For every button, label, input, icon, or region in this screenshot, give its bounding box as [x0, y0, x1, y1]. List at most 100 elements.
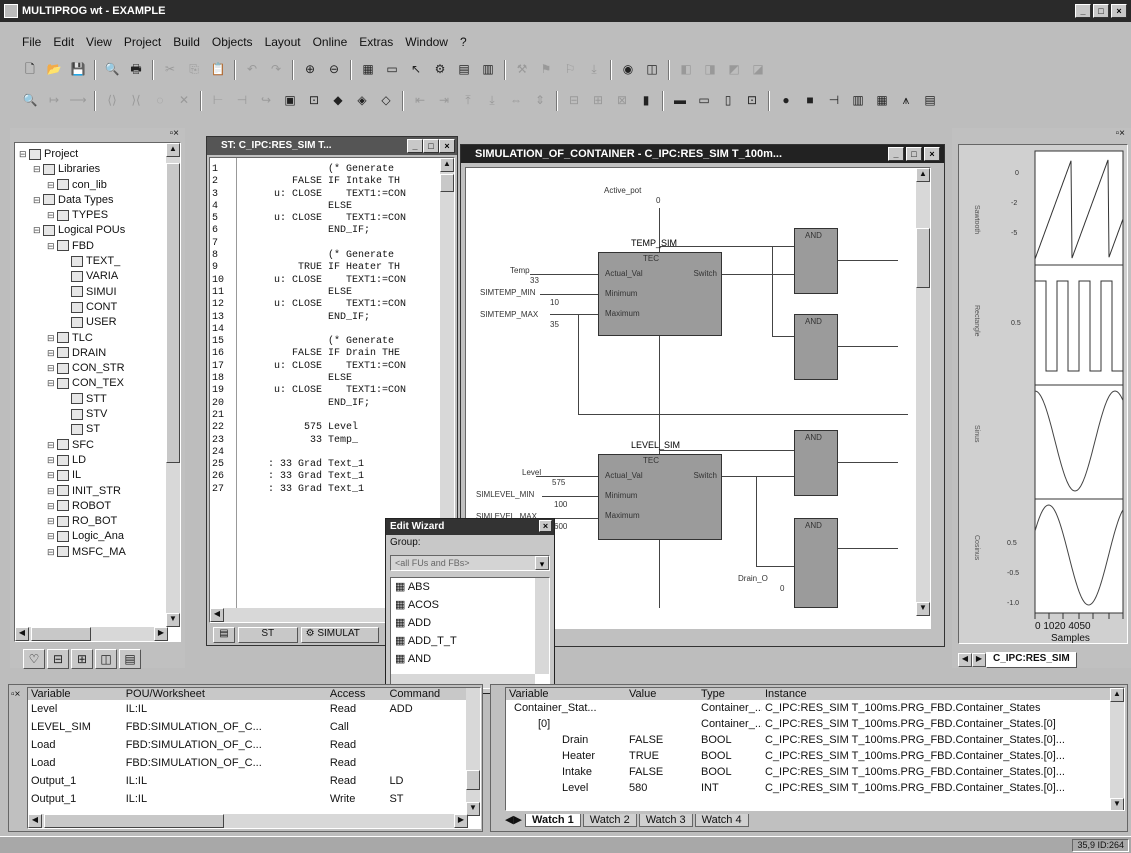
st-scroll-thumb[interactable]	[440, 174, 454, 192]
tree-expander-icon[interactable]: ⊟	[19, 147, 29, 162]
tree-item[interactable]: USER	[19, 315, 159, 330]
tree-expander-icon[interactable]: ⊟	[47, 484, 57, 499]
tree-item[interactable]: ⊟ Data Types	[19, 193, 159, 208]
xref-hscrollbar[interactable]: ◀ ▶	[28, 814, 468, 828]
table-icon[interactable]: ▥	[477, 60, 499, 80]
window-close-all-icon[interactable]: ◪	[747, 60, 769, 80]
scroll-down-icon[interactable]: ▼	[166, 613, 180, 627]
xref-vscrollbar[interactable]: ▼	[466, 688, 480, 816]
space-icon[interactable]: ⇕	[529, 91, 551, 111]
table-row[interactable]: [0] Container_... C_IPC:RES_SIM T_100ms.PR…	[506, 716, 1112, 732]
xref-scroll-left-icon[interactable]: ◀	[28, 814, 42, 828]
tree-expander-icon[interactable]: ⊟	[47, 438, 57, 453]
tree-item[interactable]: ⊟ IL	[19, 468, 159, 483]
tree-item[interactable]: ⊟ con_lib	[19, 178, 159, 193]
tree-item[interactable]: ⊟ ROBOT	[19, 499, 159, 514]
undo-icon[interactable]: ↶	[241, 60, 263, 80]
wizard-vscrollbar[interactable]	[535, 578, 549, 674]
tree-expander-icon[interactable]: ⊟	[47, 361, 57, 376]
menu-item-project[interactable]: Project	[124, 35, 161, 49]
debug-icon[interactable]: ◉	[617, 60, 639, 80]
watch-tab[interactable]: Watch 3	[638, 814, 693, 827]
st-minimize-button[interactable]: _	[407, 139, 423, 153]
order-icon[interactable]: ⊟	[563, 91, 585, 111]
fb-icon[interactable]: ▣	[279, 91, 301, 111]
tree-expander-icon[interactable]: ⊟	[33, 162, 43, 177]
pointer-icon[interactable]: ↖	[405, 60, 427, 80]
tree-item[interactable]: ⊟ LD	[19, 453, 159, 468]
st-tab-code[interactable]: ST	[237, 627, 298, 643]
edit-wizard-group-select[interactable]: <all FUs and FBs> ▾	[390, 555, 550, 571]
scroll-up-icon[interactable]: ▲	[166, 143, 180, 157]
and-block-1[interactable]: AND	[794, 228, 838, 294]
xref-column-header[interactable]: Command	[386, 688, 468, 700]
wizard-item[interactable]: ▦ ADD_T_T	[391, 632, 549, 650]
st-maximize-button[interactable]: □	[423, 139, 439, 153]
tree-expander-icon[interactable]: ⊟	[33, 223, 43, 238]
coil-icon[interactable]: ◌	[149, 91, 171, 111]
scope-tab-next-icon[interactable]: ▶	[972, 653, 986, 667]
tree-expander-icon[interactable]: ⊟	[47, 468, 57, 483]
table-row[interactable]: Output_1 IL:IL Read LD	[28, 772, 468, 790]
wizard-item[interactable]: ▦ ADD	[391, 614, 549, 632]
table-row[interactable]: Level 580 INT C_IPC:RES_SIM T_100ms.PRG_FBD…	[506, 780, 1112, 796]
tree-scrollbar[interactable]: ▲ ▼	[166, 143, 180, 627]
tab-instances-icon[interactable]: ◫	[95, 649, 117, 669]
redo-icon[interactable]: ↷	[265, 60, 287, 80]
cut-icon[interactable]: ✂	[159, 60, 181, 80]
tree-expander-icon[interactable]: ⊟	[47, 529, 57, 544]
window-icon[interactable]: ▭	[381, 60, 403, 80]
distribute-icon[interactable]: ⇔	[505, 91, 527, 111]
tree-item[interactable]: ⊟ MSFC_MA	[19, 545, 159, 560]
watch-tab[interactable]: Watch 4	[694, 814, 749, 827]
comment-icon[interactable]: ▬	[669, 91, 691, 111]
tree-expander-icon[interactable]: ⊟	[47, 376, 57, 391]
watch-column-header[interactable]: Value	[626, 688, 698, 700]
xref-scroll-right-icon[interactable]: ▶	[454, 814, 468, 828]
copy-icon[interactable]: ⎘	[183, 60, 205, 80]
wizard-item[interactable]: ▦ ACOS	[391, 596, 549, 614]
paste-icon[interactable]: 📋	[207, 60, 229, 80]
watch-column-header[interactable]: Variable	[506, 688, 626, 700]
tree-expander-icon[interactable]: ⊟	[47, 178, 57, 193]
menu-item-window[interactable]: Window	[405, 35, 448, 49]
tree-expander-icon[interactable]: ⊟	[47, 499, 57, 514]
var-icon[interactable]: ⊡	[303, 91, 325, 111]
temp-sim-block[interactable]: TEC Actual_Val Minimum Maximum Switch	[598, 252, 722, 336]
ungroup-icon[interactable]: ⊠	[611, 91, 633, 111]
tab-hardware-icon[interactable]: ⊞	[71, 649, 93, 669]
menu-item-objects[interactable]: Objects	[212, 35, 253, 49]
oscilloscope-icon[interactable]: ⩚	[895, 91, 917, 111]
tab-project-icon[interactable]: ♡	[23, 649, 45, 669]
snap-icon[interactable]: ▮	[635, 91, 657, 111]
tree-item[interactable]: ⊟ Logic_Ana	[19, 529, 159, 544]
menu-item-online[interactable]: Online	[313, 35, 348, 49]
st-tab-simulat[interactable]: ⚙ SIMULAT	[300, 627, 379, 643]
st-scroll-up-icon[interactable]: ▲	[440, 158, 454, 172]
align-top-icon[interactable]: ⤒	[457, 91, 479, 111]
tree-item[interactable]: TEXT_	[19, 254, 159, 269]
fbd-vscrollbar[interactable]: ▲ ▼	[916, 168, 930, 616]
zoom-out-icon[interactable]: ⊖	[323, 60, 345, 80]
align-bottom-icon[interactable]: ⤓	[481, 91, 503, 111]
tree-item[interactable]: CONT	[19, 300, 159, 315]
xref-column-header[interactable]: POU/Worksheet	[123, 688, 327, 700]
compile-icon[interactable]: ⚒	[511, 60, 533, 80]
prop-icon[interactable]: ⊡	[741, 91, 763, 111]
close-contact-icon[interactable]: ✕	[173, 91, 195, 111]
group-icon[interactable]: ⊞	[587, 91, 609, 111]
xref-scroll-down-icon[interactable]: ▼	[466, 802, 480, 816]
tree-item[interactable]: ⊟ INIT_STR	[19, 484, 159, 499]
edit-wizard-close-button[interactable]: ×	[539, 520, 552, 532]
table-row[interactable]: Load FBD:SIMULATION_OF_C... Read	[28, 754, 468, 772]
tree-expander-icon[interactable]: ⊟	[47, 346, 57, 361]
print-icon[interactable]: 🖶	[125, 60, 147, 80]
menu-item-build[interactable]: Build	[173, 35, 200, 49]
xref-scroll-thumb[interactable]	[466, 770, 480, 790]
window-arrange-icon[interactable]: ◩	[723, 60, 745, 80]
table-row[interactable]: Intake FALSE BOOL C_IPC:RES_SIM T_100ms.PRG…	[506, 764, 1112, 780]
scope-tab-prev-icon[interactable]: ◀	[958, 653, 972, 667]
watch-column-header[interactable]: Type	[698, 688, 762, 700]
menu-item-layout[interactable]: Layout	[265, 35, 301, 49]
contact-icon[interactable]: ⟨⟩	[101, 91, 123, 111]
